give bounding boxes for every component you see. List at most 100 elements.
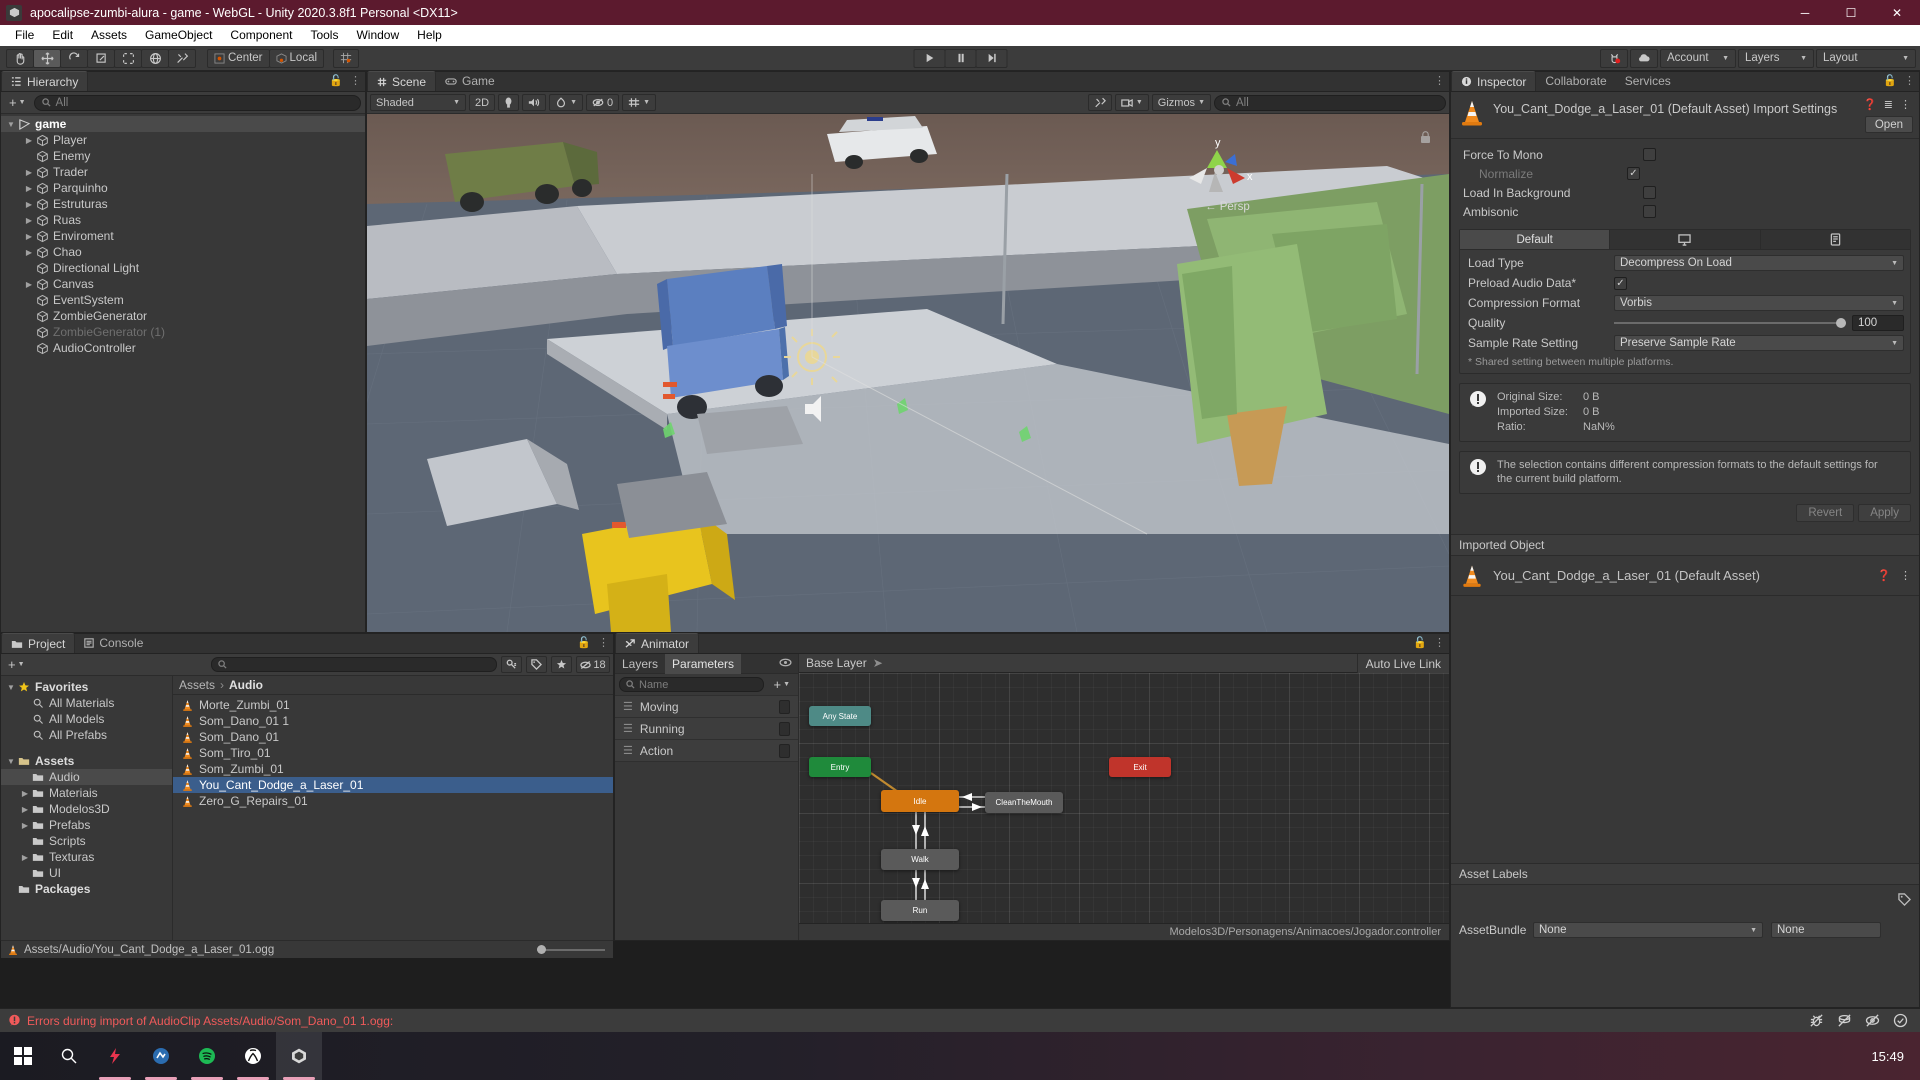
check-icon[interactable] (1886, 1010, 1914, 1032)
revert-button[interactable]: Revert (1796, 504, 1855, 523)
add-parameter-button[interactable]: + ▼ (769, 677, 794, 692)
animator-state-run[interactable]: Run (881, 900, 959, 921)
stack-off-icon[interactable] (1830, 1010, 1858, 1032)
hierarchy-item-ruas[interactable]: ▶ Ruas (1, 212, 365, 228)
scene-grid-dropdown[interactable]: ▼ (622, 94, 657, 111)
apply-button[interactable]: Apply (1858, 504, 1911, 523)
account-dropdown[interactable]: Account ▼ (1660, 48, 1736, 68)
animator-parameter-moving[interactable]: ☰ Moving (615, 696, 798, 718)
search-by-type-icon[interactable] (501, 656, 522, 673)
menu-item-component[interactable]: Component (221, 25, 301, 46)
minimize-button[interactable]: ─ (1782, 0, 1828, 25)
animator-parameter-list[interactable]: ☰ Moving ☰ Running ☰ Action (615, 696, 798, 762)
parameter-search-input[interactable]: Name (619, 677, 765, 692)
pivot-mode-button[interactable]: Center (207, 48, 270, 68)
quality-value[interactable]: 100 (1852, 315, 1904, 331)
slider-track[interactable] (1614, 318, 1846, 328)
scene-lighting-icon[interactable] (498, 94, 520, 111)
project-tree-item-texturas[interactable]: ▶ Texturas (1, 849, 172, 865)
lock-icon[interactable]: 🔓 (577, 636, 591, 649)
menu-item-help[interactable]: Help (408, 25, 451, 46)
expand-arrow-icon[interactable]: ▶ (19, 789, 31, 798)
animator-state-graph[interactable]: Any State Entry Exit Idle CleanTheMouth Walk R… (799, 673, 1449, 923)
project-tree-item-ui[interactable]: UI (1, 865, 172, 881)
platform-tab-default[interactable]: Default (1460, 230, 1611, 249)
custom-tool-icon[interactable] (168, 48, 196, 68)
breadcrumb-assets[interactable]: Assets (179, 678, 215, 692)
project-tree-item-modelos3d[interactable]: ▶ Modelos3D (1, 801, 172, 817)
expand-arrow-icon[interactable]: ▶ (23, 168, 35, 177)
cloud-button[interactable] (1630, 48, 1658, 68)
animator-parameter-running[interactable]: ☰ Running (615, 718, 798, 740)
quality-slider[interactable]: 100 (1614, 315, 1904, 331)
setting-quality[interactable]: Quality 100 (1460, 313, 1910, 333)
animator-state-exit[interactable]: Exit (1109, 757, 1171, 777)
project-tree-item-audio[interactable]: Audio (1, 769, 172, 785)
search-by-label-icon[interactable] (526, 656, 547, 673)
asset-item-som-tiro-01[interactable]: Som_Tiro_01 (173, 745, 613, 761)
assetbundle-dropdown[interactable]: None ▼ (1533, 922, 1763, 938)
expand-arrow-icon[interactable]: ▶ (23, 200, 35, 209)
lock-icon[interactable]: 🔓 (1883, 74, 1897, 87)
2d-toggle-button[interactable]: 2D (469, 94, 496, 111)
hierarchy-item-enemy[interactable]: Enemy (1, 148, 365, 164)
tab-collaborate[interactable]: Collaborate (1536, 71, 1615, 91)
project-tree[interactable]: ▼ Favorites All Materials All Models All … (1, 676, 173, 940)
maximize-button[interactable]: ☐ (1828, 0, 1874, 25)
more-menu-icon[interactable]: ⋮ (1904, 74, 1915, 87)
setting-load-type[interactable]: Load Type Decompress On Load ▼ (1460, 253, 1910, 273)
expand-arrow-icon[interactable]: ▶ (23, 136, 35, 145)
more-menu-icon[interactable]: ⋮ (598, 636, 609, 649)
project-zoom-slider[interactable] (537, 944, 605, 954)
asset-item-you-cant-dodge-a-laser-01[interactable]: You_Cant_Dodge_a_Laser_01 (173, 777, 613, 793)
xbox-icon[interactable] (230, 1032, 276, 1080)
checkbox[interactable] (1643, 205, 1656, 218)
scene-viewport[interactable]: y x ← Persp (367, 114, 1449, 632)
expand-arrow-icon[interactable]: ▶ (19, 805, 31, 814)
open-button[interactable]: Open (1864, 116, 1913, 133)
more-menu-icon[interactable]: ⋮ (1900, 569, 1911, 582)
hierarchy-search-input[interactable]: All (33, 94, 361, 111)
inspector-option-load-in-background[interactable]: Load In Background (1451, 183, 1919, 202)
transform-tool-icon[interactable] (141, 48, 169, 68)
inspector-option-ambisonic[interactable]: Ambisonic (1451, 202, 1919, 221)
scene-fx-dropdown[interactable]: ▼ (549, 94, 583, 111)
tab-hierarchy[interactable]: Hierarchy (1, 71, 89, 91)
help-icon[interactable]: ❓ (1877, 569, 1891, 582)
collapse-arrow-icon[interactable]: ▼ (5, 757, 17, 766)
setting-dropdown[interactable]: Vorbis ▼ (1614, 295, 1904, 311)
scale-tool-icon[interactable] (87, 48, 115, 68)
help-icon[interactable]: ❓ (1863, 98, 1877, 111)
checkbox[interactable] (1643, 148, 1656, 161)
asset-item-morte-zumbi-01[interactable]: Morte_Zumbi_01 (173, 697, 613, 713)
scene-search-input[interactable]: All (1214, 94, 1446, 111)
tab-project[interactable]: Project (1, 633, 76, 653)
tab-game[interactable]: Game (436, 71, 504, 91)
status-bar[interactable]: Errors during import of AudioClip Assets… (0, 1008, 1920, 1032)
drag-handle-icon[interactable]: ☰ (623, 700, 633, 713)
hierarchy-item-canvas[interactable]: ▶ Canvas (1, 276, 365, 292)
hierarchy-item-game[interactable]: ▼ game (1, 116, 365, 132)
platform-tab-webgl[interactable] (1760, 230, 1910, 249)
menu-item-tools[interactable]: Tools (301, 25, 347, 46)
checkbox[interactable] (1643, 186, 1656, 199)
auto-live-link-button[interactable]: Auto Live Link (1356, 654, 1449, 673)
eye-icon[interactable] (779, 658, 792, 670)
expand-arrow-icon[interactable]: ▶ (23, 184, 35, 193)
tab-scene[interactable]: Scene (367, 71, 437, 91)
flash-icon[interactable] (92, 1032, 138, 1080)
hierarchy-item-estruturas[interactable]: ▶ Estruturas (1, 196, 365, 212)
setting-compression-format[interactable]: Compression Format Vorbis ▼ (1460, 293, 1910, 313)
gizmos-dropdown[interactable]: Gizmos ▼ (1151, 94, 1211, 111)
inspector-option-normalize[interactable]: Normalize ✓ (1451, 164, 1919, 183)
tab-layers[interactable]: Layers (615, 654, 665, 674)
windows-start-icon[interactable] (0, 1032, 46, 1080)
hierarchy-item-audiocontroller[interactable]: AudioController (1, 340, 365, 356)
hierarchy-item-zombiegenerator-1[interactable]: ZombieGenerator (1) (1, 324, 365, 340)
animator-state-any-state[interactable]: Any State (809, 706, 871, 726)
lock-icon[interactable]: 🔓 (329, 74, 343, 87)
setting-dropdown[interactable]: Preserve Sample Rate ▼ (1614, 335, 1904, 351)
more-menu-icon[interactable]: ⋮ (350, 74, 361, 87)
animator-state-idle[interactable]: Idle (881, 790, 959, 812)
tab-console[interactable]: Console (75, 633, 152, 653)
